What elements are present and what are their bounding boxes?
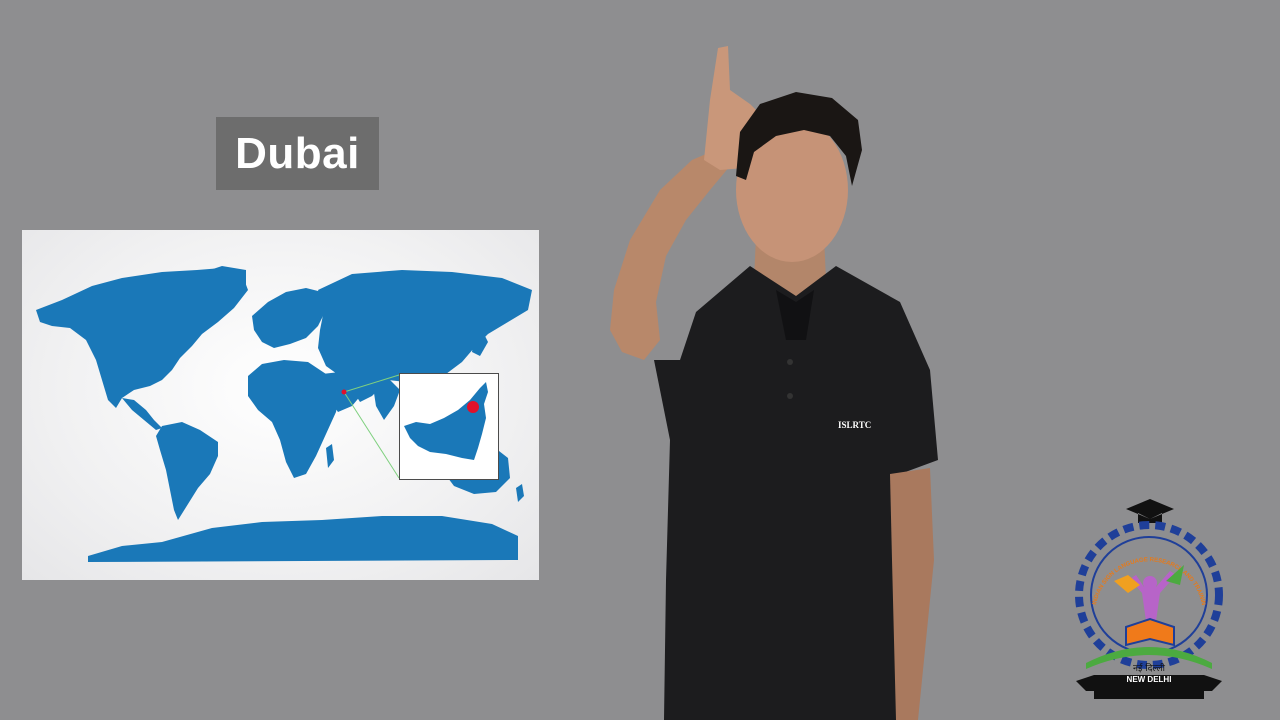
south-america-shape <box>156 422 218 520</box>
graduation-cap-icon <box>1126 499 1174 523</box>
new-zealand-shape <box>516 484 524 502</box>
logo-city-text: NEW DELHI <box>1126 675 1172 684</box>
islrtc-logo: INDIAN SIGN LANGUAGE RESEARCH AND TRAINI… <box>1066 495 1232 705</box>
title-banner: Dubai <box>216 117 379 190</box>
uae-shape <box>404 382 488 460</box>
world-map <box>22 230 539 580</box>
europe-shape <box>252 288 326 348</box>
shirt-logo-text: ISLRTC <box>838 420 872 430</box>
interpreter-figure <box>610 46 938 720</box>
book-icon <box>1125 617 1175 647</box>
uae-inset-graphic <box>404 382 488 460</box>
title-text: Dubai <box>235 128 360 178</box>
uae-inset-map <box>399 373 499 480</box>
antarctica-shape <box>88 516 518 562</box>
logo-hindi-text: नई दिल्ली <box>1133 664 1165 674</box>
dubai-marker <box>467 401 479 413</box>
madagascar-shape <box>326 444 334 468</box>
dubai-marker-small <box>341 389 347 395</box>
lowered-arm <box>890 468 934 720</box>
sign-language-interpreter: ISLRTC <box>600 40 960 720</box>
india-shape <box>372 380 400 420</box>
shirt-button <box>787 393 793 399</box>
central-america-shape <box>122 398 162 430</box>
shirt-button <box>787 359 793 365</box>
